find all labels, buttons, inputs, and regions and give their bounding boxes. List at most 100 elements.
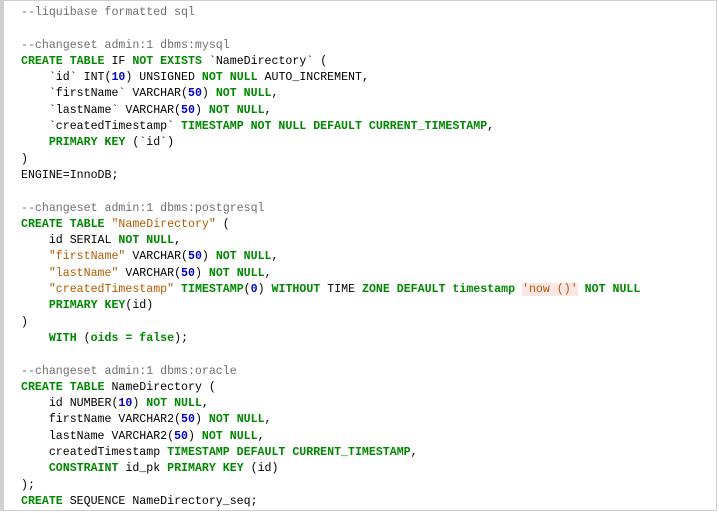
code-line: CREATE TABLE NameDirectory ( [21,380,716,396]
code-token-number: 50 [188,250,202,264]
code-token-plain: ) [187,429,202,443]
code-token-keyword: WITH [48,331,77,345]
code-token-plain: `NameDirectory` ( [201,54,328,68]
code-token-keyword: oids = false [90,331,175,345]
code-line: `firstName` VARCHAR(50) NOT NULL, [21,86,716,102]
code-token-number: 50 [181,266,195,280]
code-token-string: "firstName" [48,250,126,264]
code-token-comment: --liquibase formatted sql [21,6,195,19]
code-token-plain: TIME [320,283,362,297]
code-line: lastName VARCHAR2(50) NOT NULL, [21,429,716,445]
code-line: CONSTRAINT id_pk PRIMARY KEY (id) [21,461,716,477]
code-token-keyword: NOT NULL [208,266,265,280]
code-token-number: 50 [181,413,195,427]
code-token-plain: VARCHAR( [118,266,182,280]
code-token-plain: lastName VARCHAR2( [21,429,175,443]
code-line: id SERIAL NOT NULL, [21,233,716,249]
code-token-number: 0 [250,283,258,297]
code-token-plain: ) [201,87,216,101]
code-line: ); [21,478,716,494]
code-line: ) [21,315,716,331]
code-line: `id` INT(10) UNSIGNED NOT NULL AUTO_INCR… [21,70,716,86]
code-token-number: 50 [187,87,202,101]
code-token-plain: , [264,413,272,427]
code-token-plain: ) [257,283,272,297]
code-line: --changeset admin:1 dbms:mysql [21,38,716,54]
code-token-plain: , [264,103,272,117]
code-token-plain: `createdTimestamp` [21,120,182,134]
code-token-keyword: PRIMARY KEY [48,299,126,313]
code-token-keyword: NOT NULL [215,250,272,264]
code-token-plain: SEQUENCE NameDirectory_seq; [62,494,258,508]
code-token-string: "lastName" [48,266,119,280]
code-token-plain: `id` INT( [21,71,112,85]
code-token-plain: ) UNSIGNED [125,71,202,85]
code-line: --liquibase formatted sql [21,5,716,21]
code-token-comment: --changeset admin:1 dbms:mysql [21,38,230,52]
code-line: CREATE TABLE "NameDirectory" ( [21,217,716,233]
code-token-plain: ( [76,331,91,345]
code-token-number: 50 [181,103,195,117]
code-token-plain: id SERIAL [21,234,119,248]
code-token-keyword: PRIMARY KEY [167,462,244,476]
code-token-plain: ); [21,478,35,492]
code-token-comment: --changeset admin:1 dbms:oracle [21,364,237,378]
code-token-keyword: NOT NULL [118,234,175,248]
sql-code: --liquibase formatted sql --changeset ad… [4,1,716,510]
code-token-plain: ) [201,250,216,264]
code-token-plain: , [487,120,495,134]
code-token-number: 10 [118,397,133,411]
code-line: --changeset admin:1 dbms:oracle [21,364,716,380]
code-token-plain: firstName VARCHAR2( [21,413,182,427]
code-line: ENGINE=InnoDB; [21,168,716,184]
code-token-number: 50 [174,429,188,443]
code-token-plain: ) [194,266,209,280]
code-token-plain: `firstName` VARCHAR( [21,87,188,101]
code-token-keyword: NOT NULL [584,283,641,297]
code-token-string: "createdTimestamp" [48,283,175,297]
code-token-plain: , [271,87,279,101]
code-token-plain: (id) [125,299,154,313]
code-line: WITH (oids = false); [21,331,716,347]
code-token-number: 10 [111,71,126,85]
code-token-keyword: TIMESTAMP DEFAULT CURRENT_TIMESTAMP [167,446,411,460]
code-line: "firstName" VARCHAR(50) NOT NULL, [21,249,716,265]
code-token-keyword: CREATE TABLE [21,54,105,68]
code-token-keyword: ZONE DEFAULT timestamp [361,283,516,297]
code-token-keyword: NOT NULL [208,103,265,117]
code-token-keyword: NOT NULL [201,429,258,443]
code-token-plain: ); [174,331,189,345]
code-line: ) [21,152,716,168]
code-token-keyword: WITHOUT [271,283,321,297]
code-token-keyword: NOT EXISTS [132,54,202,68]
code-line: `createdTimestamp` TIMESTAMP NOT NULL DE… [21,119,716,135]
code-line: id NUMBER(10) NOT NULL, [21,396,716,412]
code-token-plain: , [201,397,209,411]
code-token-plain: IF [104,54,133,68]
code-token-plain: (id) [243,462,279,476]
code-token-keyword: PRIMARY KEY [48,136,126,150]
code-line: --changeset admin:1 dbms:postgresql [21,201,716,217]
code-token-plain: id_pk [118,462,168,476]
code-token-keyword: TIMESTAMP NOT NULL DEFAULT CURRENT_TIMES… [181,120,488,134]
code-line: CREATE TABLE IF NOT EXISTS `NameDirector… [21,54,716,70]
code-token-comment: --changeset admin:1 dbms:postgresql [21,201,265,215]
code-token-keyword: NOT NULL [215,87,272,101]
code-block: --liquibase formatted sql --changeset ad… [0,0,717,511]
code-token-keyword: NOT NULL [146,397,202,411]
code-token-keyword: CREATE TABLE [21,380,105,394]
code-token-plain: , [264,266,272,280]
code-token-string: 'now ()' [522,283,578,297]
code-line: "createdTimestamp" TIMESTAMP(0) WITHOUT … [21,282,716,298]
code-token-string: "NameDirectory" [111,217,216,231]
code-token-plain: ( [243,283,251,297]
code-token-plain: ) [21,152,28,166]
code-token-plain: ( [215,217,230,231]
